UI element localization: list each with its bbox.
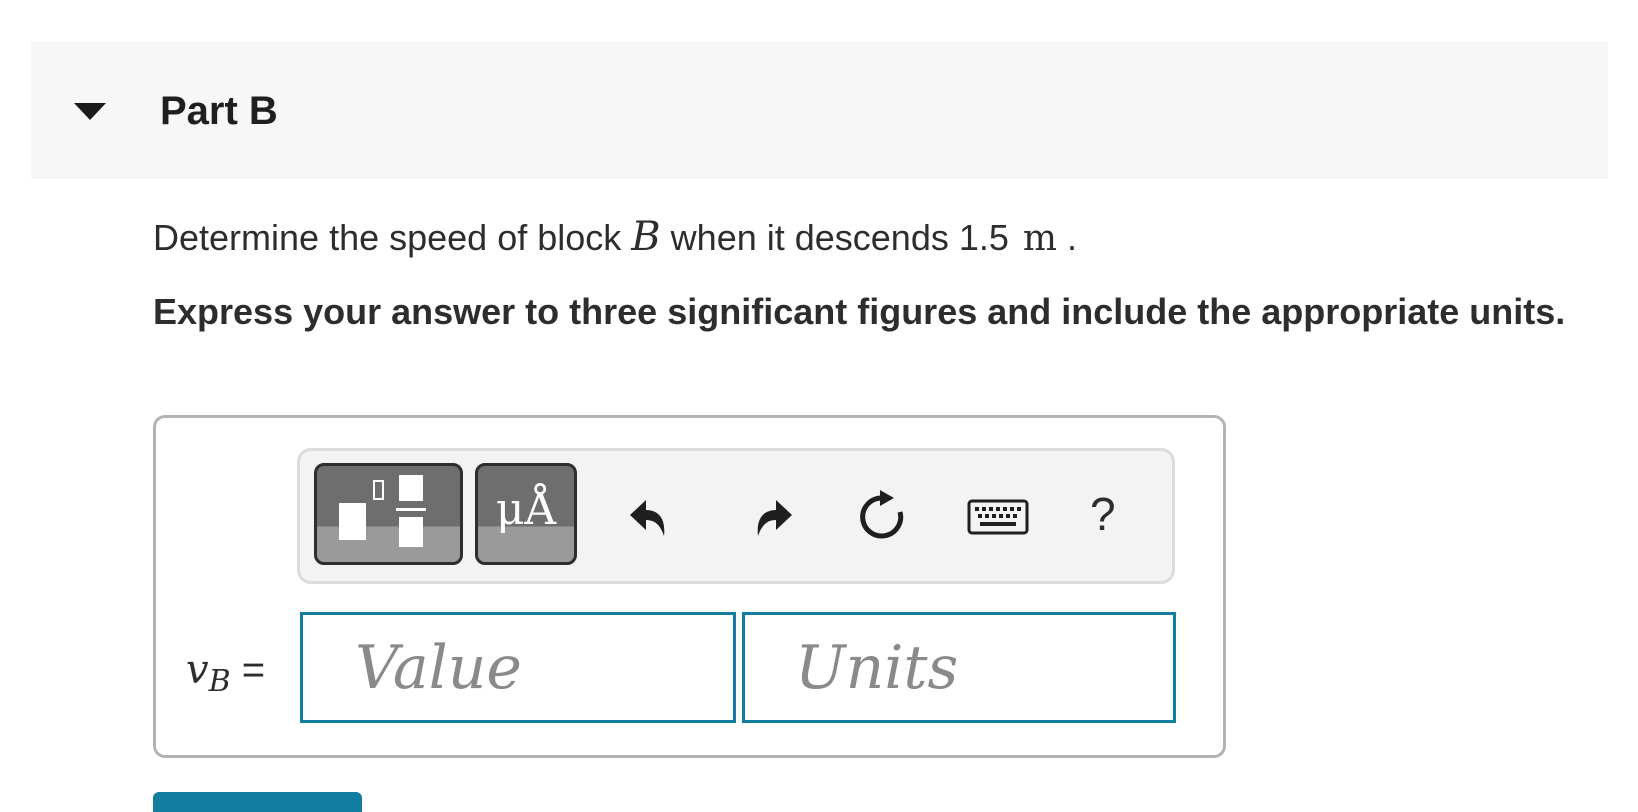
templates-button[interactable]: [314, 463, 463, 565]
units-button[interactable]: μÅ: [475, 463, 577, 565]
value-input[interactable]: [300, 612, 736, 723]
keyboard-icon[interactable]: [966, 488, 1030, 544]
answer-instruction: Express your answer to three significant…: [153, 291, 1566, 332]
equals-sign: =: [230, 648, 266, 692]
collapse-toggle-icon[interactable]: [74, 103, 106, 120]
question-middle: when it descends 1.5: [660, 217, 1009, 258]
help-icon[interactable]: ?: [1090, 486, 1116, 542]
part-title: Part B: [160, 89, 278, 133]
answer-subscript: B: [208, 664, 231, 699]
redo-icon[interactable]: [744, 488, 800, 544]
block-variable: B: [631, 214, 661, 260]
reset-icon[interactable]: [854, 488, 910, 544]
distance-unit: m: [1022, 218, 1058, 259]
units-icon: μÅ: [495, 484, 557, 535]
answer-variable-label: vB =: [186, 645, 265, 699]
question-suffix: .: [1057, 217, 1078, 258]
undo-icon[interactable]: [622, 488, 678, 544]
answer-variable: v: [186, 647, 209, 693]
question-prefix: Determine the speed of block: [153, 217, 632, 258]
submit-button[interactable]: [153, 792, 362, 812]
units-input[interactable]: [742, 612, 1176, 723]
question-text: Determine the speed of block B when it d…: [153, 212, 1077, 264]
